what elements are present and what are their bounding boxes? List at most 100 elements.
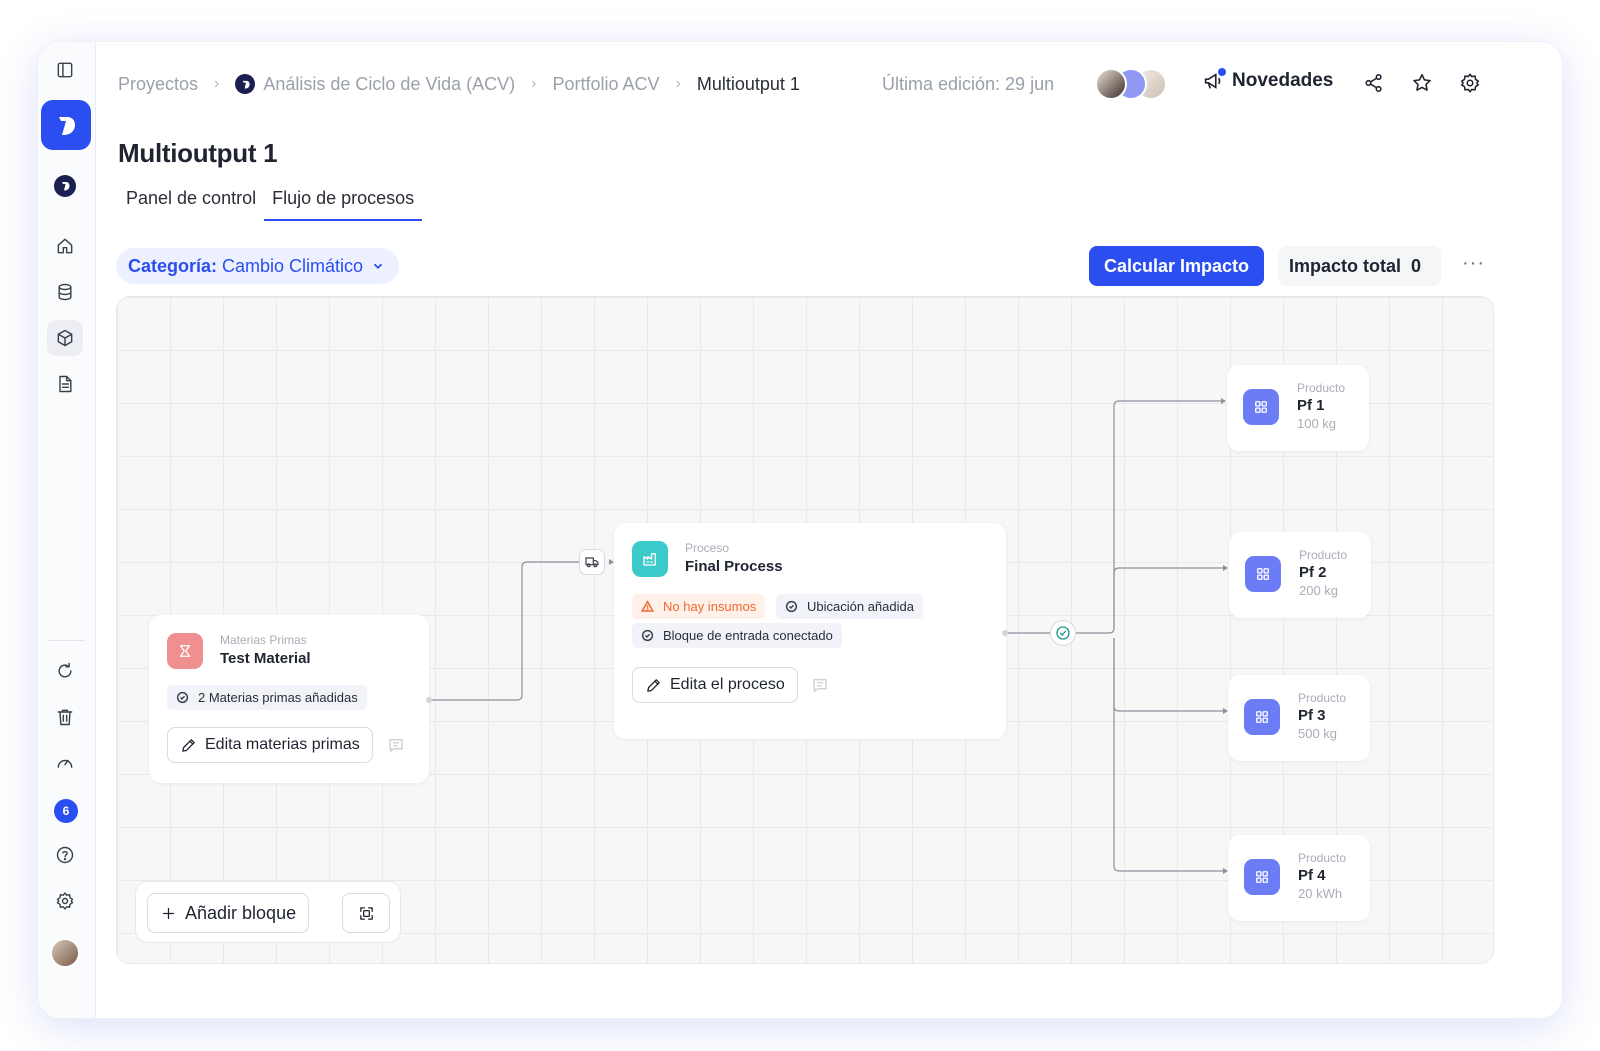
factory-icon — [632, 541, 668, 577]
plus-icon — [162, 907, 175, 919]
share-icon[interactable] — [1363, 72, 1387, 96]
warning-pill: No hay insumos — [632, 594, 766, 619]
tab-panel-de-control[interactable]: Panel de control — [118, 188, 264, 221]
card-amount: 200 kg — [1299, 583, 1339, 598]
chevron-right-icon: › — [214, 75, 220, 92]
raw-material-card[interactable]: Materias Primas Test Material 2 Materias… — [149, 615, 429, 783]
gauge-icon[interactable] — [47, 745, 83, 781]
card-amount: 20 kWh — [1298, 886, 1343, 901]
breadcrumb-portfolio[interactable]: Portfolio ACV — [552, 74, 659, 95]
breadcrumb-projects[interactable]: Proyectos — [118, 74, 198, 95]
product-card[interactable]: Producto Pf 1 100 kg — [1227, 365, 1369, 451]
check-circle-icon — [785, 600, 798, 613]
card-name: Pf 3 — [1298, 707, 1326, 724]
raw-material-icon — [167, 633, 203, 669]
grid-icon — [1243, 389, 1279, 425]
grid-icon — [1244, 859, 1280, 895]
grid-icon — [1245, 556, 1281, 592]
check-circle-icon — [641, 629, 654, 642]
card-name: Final Process — [685, 558, 783, 575]
fit-view-icon — [359, 906, 373, 920]
warning-text: No hay insumos — [663, 599, 757, 614]
card-name: Test Material — [220, 650, 311, 667]
category-select[interactable]: Categoría: Cambio Climático — [116, 248, 400, 284]
check-circle-icon — [1056, 626, 1070, 640]
card-name: Pf 1 — [1297, 397, 1325, 414]
refresh-icon[interactable] — [47, 653, 83, 689]
document-icon[interactable] — [47, 366, 83, 402]
card-kind: Proceso — [685, 541, 730, 555]
comment-icon[interactable] — [387, 736, 405, 754]
home-icon[interactable] — [47, 228, 83, 264]
category-label: Categoría: — [128, 255, 218, 276]
app-window: 6 Proyectos › Análisis de Ciclo de Vida … — [38, 42, 1562, 1018]
fit-view-button[interactable] — [342, 893, 390, 933]
pencil-icon — [647, 678, 660, 692]
more-options-icon[interactable]: ··· — [1462, 252, 1485, 275]
card-kind: Producto — [1298, 691, 1347, 705]
product-card[interactable]: Producto Pf 2 200 kg — [1229, 532, 1371, 618]
help-icon[interactable] — [47, 837, 83, 873]
card-kind: Producto — [1298, 851, 1347, 865]
process-card[interactable]: Proceso Final Process No hay insumos Ubi… — [614, 523, 1006, 739]
toggle-sidebar-icon[interactable] — [47, 52, 83, 88]
button-label: Edita materias primas — [205, 736, 360, 753]
truck-icon — [585, 557, 599, 568]
process-flow-canvas[interactable]: Materias Primas Test Material 2 Materias… — [116, 296, 1494, 964]
button-label: Añadir bloque — [185, 902, 297, 923]
cube-icon[interactable] — [47, 320, 83, 356]
breadcrumb: Proyectos › Análisis de Ciclo de Vida (A… — [118, 72, 800, 96]
app-logo[interactable] — [41, 100, 91, 150]
transport-node[interactable] — [579, 549, 605, 575]
card-name: Pf 2 — [1299, 564, 1327, 581]
news-dot — [1218, 68, 1226, 76]
check-circle-icon — [176, 691, 189, 704]
trash-icon[interactable] — [47, 699, 83, 735]
canvas-toolbar: Añadir bloque — [135, 881, 401, 943]
pencil-icon — [182, 738, 195, 752]
edit-process-button[interactable]: Edita el proceso — [632, 667, 798, 703]
product-card[interactable]: Producto Pf 3 500 kg — [1228, 675, 1370, 761]
button-label: Edita el proceso — [670, 676, 785, 693]
output-port[interactable] — [1002, 630, 1008, 636]
output-port[interactable] — [426, 697, 432, 703]
news-button[interactable]: Novedades — [1202, 68, 1334, 92]
add-block-button[interactable]: Añadir bloque — [147, 893, 310, 933]
comment-icon[interactable] — [811, 676, 829, 694]
database-icon[interactable] — [47, 274, 83, 310]
output-split-node[interactable] — [1050, 620, 1076, 646]
status-pill: 2 Materias primas añadidas — [167, 685, 367, 710]
card-kind: Materias Primas — [220, 633, 307, 647]
card-amount: 500 kg — [1298, 726, 1338, 741]
tabs: Panel de control Flujo de procesos — [118, 188, 423, 221]
settings-icon[interactable] — [47, 883, 83, 919]
notification-badge[interactable]: 6 — [54, 799, 78, 823]
edit-raw-materials-button[interactable]: Edita materias primas — [167, 727, 373, 763]
tab-flujo-de-procesos[interactable]: Flujo de procesos — [264, 188, 423, 221]
last-edit-text: Última edición: 29 jun — [882, 74, 1055, 94]
chevron-right-icon: › — [531, 75, 537, 92]
status-text: 2 Materias primas añadidas — [198, 690, 358, 705]
product-card[interactable]: Producto Pf 4 20 kWh — [1228, 835, 1370, 921]
card-amount: 100 kg — [1297, 416, 1337, 431]
calculate-impact-button[interactable]: Calcular Impacto — [1089, 246, 1265, 286]
gear-icon[interactable] — [1459, 72, 1483, 96]
user-avatar[interactable] — [50, 938, 80, 968]
avatar — [1095, 68, 1127, 100]
status-pill: Ubicación añadida — [776, 594, 923, 619]
news-label: Novedades — [1232, 70, 1334, 91]
breadcrumb-acv[interactable]: Análisis de Ciclo de Vida (ACV) — [263, 74, 515, 95]
chevron-down-icon — [373, 263, 383, 269]
card-kind: Producto — [1299, 548, 1348, 562]
total-impact-label: Impacto total — [1289, 255, 1402, 276]
collaborator-avatars[interactable] — [1095, 68, 1175, 100]
star-icon[interactable] — [1411, 72, 1435, 96]
breadcrumb-current: Multioutput 1 — [696, 73, 800, 94]
chevron-right-icon: › — [675, 75, 681, 92]
page-title: Multioutput 1 — [118, 138, 278, 168]
workspace-logo[interactable] — [54, 175, 76, 197]
total-impact-value: 0 — [1411, 255, 1422, 276]
status-text: Ubicación añadida — [807, 599, 914, 614]
warning-icon — [641, 600, 654, 612]
status-pill: Bloque de entrada conectado — [632, 623, 842, 648]
